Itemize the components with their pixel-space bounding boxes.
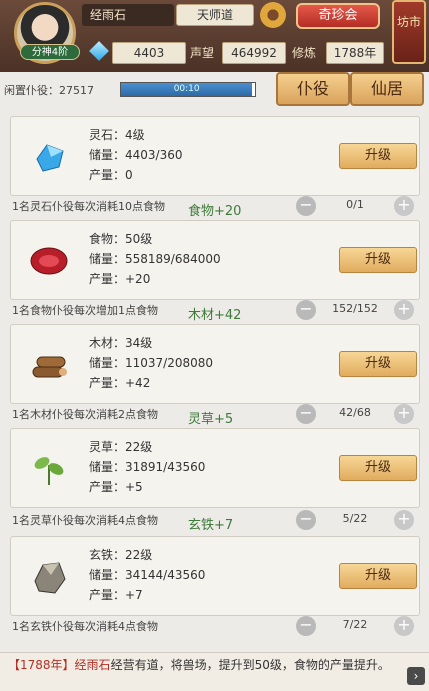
servant-rule: 1名灵石仆役每次消耗10点食物 <box>12 200 165 213</box>
gear-icon[interactable] <box>260 2 286 28</box>
upgrade-button[interactable]: 升级 <box>339 563 417 589</box>
resource-card-wood: 木材：34级 储量：11037/208080 产量：+42 升级 <box>10 324 420 404</box>
timer-bar: 00:10 <box>120 82 256 97</box>
plus-button[interactable]: + <box>394 196 414 216</box>
servant-rule: 1名食物仆役每次增加1点食物 <box>12 304 158 317</box>
resource-output: 产量：+5 <box>89 480 143 494</box>
fame-value: 464992 <box>222 42 286 64</box>
minus-button[interactable]: − <box>296 196 316 216</box>
upgrade-button[interactable]: 升级 <box>339 351 417 377</box>
resource-change: 木材+42 <box>188 308 242 323</box>
resource-name: 木材：34级 <box>89 336 153 350</box>
resource-name: 玄铁：22级 <box>89 548 153 562</box>
resource-card-spirit-stone: 灵石：4级 储量：4403/360 产量：0 升级 <box>10 116 420 196</box>
wood-icon <box>32 356 67 378</box>
resource-change: 食物+20 <box>188 204 242 219</box>
resource-storage: 储量：31891/43560 <box>89 460 206 474</box>
sect-title: 天师道 <box>176 4 254 26</box>
ore-icon <box>34 562 66 594</box>
resource-output: 产量：+42 <box>89 376 151 390</box>
servant-count: 7/22 <box>342 618 368 631</box>
resource-change: 玄铁+7 <box>188 518 234 533</box>
cultivation-label: 修炼 <box>292 46 317 60</box>
plus-button[interactable]: + <box>394 300 414 320</box>
minus-button[interactable]: − <box>296 510 316 530</box>
servant-row-wood: 1名木材仆役每次消耗2点食物 灵草+5 − 42/68 + <box>8 402 422 427</box>
servant-count: 0/1 <box>346 198 364 211</box>
fame-label: 声望 <box>190 46 215 60</box>
minus-button[interactable]: − <box>296 616 316 636</box>
resource-card-food: 食物：50级 储量：558189/684000 产量：+20 升级 <box>10 220 420 300</box>
tab-residence[interactable]: 仙居 <box>350 72 424 106</box>
minus-button[interactable]: − <box>296 404 316 424</box>
meat-icon <box>30 247 68 275</box>
resource-card-iron: 玄铁：22级 储量：34144/43560 产量：+7 升级 <box>10 536 420 616</box>
resource-storage: 储量：4403/360 <box>89 148 183 162</box>
servant-row-food: 1名食物仆役每次增加1点食物 木材+42 − 152/152 + <box>8 298 422 323</box>
resource-storage: 储量：11037/208080 <box>89 356 214 370</box>
servant-count: 152/152 <box>332 302 378 315</box>
timer-fill: 00:10 <box>121 83 253 96</box>
treasure-button[interactable]: 奇珍会 <box>296 3 380 29</box>
year-value: 1788年 <box>326 42 384 64</box>
servant-rule: 1名木材仆役每次消耗2点食物 <box>12 408 158 421</box>
servant-count: 42/68 <box>339 406 371 419</box>
plus-button[interactable]: + <box>394 510 414 530</box>
servant-row-spirit-stone: 1名灵石仆役每次消耗10点食物 食物+20 − 0/1 + <box>8 194 422 219</box>
servant-row-herb: 1名灵草仆役每次消耗4点食物 玄铁+7 − 5/22 + <box>8 508 422 533</box>
chevron-right-icon[interactable]: › <box>407 667 425 685</box>
resource-change: 灵草+5 <box>188 412 234 427</box>
event-log: 【1788年】经雨石经营有道，将兽场，提升到50级，食物的产量提升。 › <box>0 652 429 691</box>
resource-output: 产量：0 <box>89 168 133 182</box>
plus-button[interactable]: + <box>394 616 414 636</box>
resource-name: 灵草：22级 <box>89 440 153 454</box>
log-text: 经营有道，将兽场，提升到50级，食物的产量提升。 <box>110 658 390 672</box>
plus-button[interactable]: + <box>394 404 414 424</box>
upgrade-button[interactable]: 升级 <box>339 143 417 169</box>
player-name: 经雨石 <box>82 4 174 26</box>
upgrade-button[interactable]: 升级 <box>339 247 417 273</box>
market-button[interactable]: 坊市 <box>392 0 426 64</box>
spirit-stone-value: 4403 <box>112 42 186 64</box>
spirit-stone-icon <box>36 144 64 172</box>
herb-icon <box>34 457 64 485</box>
tab-servants[interactable]: 仆役 <box>276 72 350 106</box>
top-bar: 分神4阶 经雨石 天师道 奇珍会 坊市 4403 声望 464992 修炼 17… <box>0 0 429 72</box>
upgrade-button[interactable]: 升级 <box>339 455 417 481</box>
log-year: 【1788年】 <box>8 658 75 672</box>
log-name: 经雨石 <box>74 658 111 672</box>
servant-row-iron: 1名玄铁仆役每次消耗4点食物 − 7/22 + <box>8 614 422 638</box>
idle-servants: 闲置仆役：27517 <box>4 84 94 97</box>
resource-storage: 储量：34144/43560 <box>89 568 206 582</box>
resource-output: 产量：+20 <box>89 272 151 286</box>
minus-button[interactable]: − <box>296 300 316 320</box>
resource-name: 灵石：4级 <box>89 128 145 142</box>
resource-storage: 储量：558189/684000 <box>89 252 221 266</box>
resource-name: 食物：50级 <box>89 232 153 246</box>
servant-rule: 1名灵草仆役每次消耗4点食物 <box>12 514 158 527</box>
resource-card-herb: 灵草：22级 储量：31891/43560 产量：+5 升级 <box>10 428 420 508</box>
rank-badge: 分神4阶 <box>20 44 80 60</box>
spirit-stone-icon <box>89 41 109 61</box>
resource-output: 产量：+7 <box>89 588 143 602</box>
servant-count: 5/22 <box>342 512 368 525</box>
servant-rule: 1名玄铁仆役每次消耗4点食物 <box>12 620 158 633</box>
